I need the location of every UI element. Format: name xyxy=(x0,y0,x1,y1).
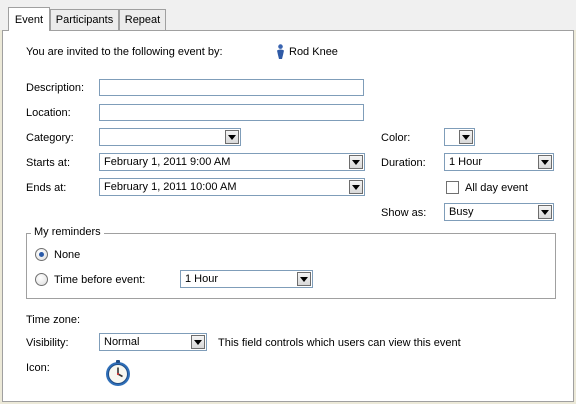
location-label: Location: xyxy=(26,107,71,119)
tab-repeat-label: Repeat xyxy=(124,14,161,26)
all-day-checkbox[interactable] xyxy=(446,181,459,194)
user-icon xyxy=(277,44,284,59)
reminders-title: My reminders xyxy=(31,226,104,238)
reminder-none-radio[interactable] xyxy=(35,248,48,261)
ends-at-label: Ends at: xyxy=(26,182,67,194)
visibility-note: This field controls which users can view… xyxy=(218,337,461,349)
color-select[interactable] xyxy=(444,128,475,146)
chevron-down-icon[interactable] xyxy=(349,180,363,194)
clock-icon[interactable] xyxy=(103,358,133,388)
invite-text: You are invited to the following event b… xyxy=(26,46,223,58)
reminder-time-label: Time before event: xyxy=(54,274,146,286)
chevron-down-icon[interactable] xyxy=(297,272,311,286)
chevron-down-icon[interactable] xyxy=(349,155,363,169)
tab-event-label: Event xyxy=(14,13,44,26)
reminder-time-select[interactable]: 1 Hour xyxy=(180,270,313,288)
duration-value: 1 Hour xyxy=(449,156,483,168)
show-as-value: Busy xyxy=(449,206,474,218)
reminder-none-label: None xyxy=(54,249,81,261)
time-zone-label: Time zone: xyxy=(26,314,81,326)
tab-bar: Event Participants Repeat xyxy=(0,0,576,31)
description-label: Description: xyxy=(26,82,85,94)
duration-label: Duration: xyxy=(381,157,426,169)
ends-at-value: February 1, 2011 10:00 AM xyxy=(104,181,237,193)
duration-select[interactable]: 1 Hour xyxy=(444,153,554,171)
chevron-down-icon[interactable] xyxy=(191,335,205,349)
visibility-value: Normal xyxy=(104,336,140,348)
all-day-label: All day event xyxy=(465,182,528,194)
icon-label: Icon: xyxy=(26,362,50,374)
starts-at-value: February 1, 2011 9:00 AM xyxy=(104,156,231,168)
location-input[interactable] xyxy=(99,104,364,121)
event-panel: You are invited to the following event b… xyxy=(2,30,574,402)
color-label: Color: xyxy=(381,132,411,144)
category-select[interactable] xyxy=(99,128,241,146)
description-input[interactable] xyxy=(99,79,364,96)
chevron-down-icon[interactable] xyxy=(459,130,473,144)
reminders-group: My reminders None Time before event: 1 H… xyxy=(26,226,556,299)
show-as-label: Show as: xyxy=(381,207,427,219)
chevron-down-icon[interactable] xyxy=(538,205,552,219)
chevron-down-icon[interactable] xyxy=(538,155,552,169)
starts-at-select[interactable]: February 1, 2011 9:00 AM xyxy=(99,153,365,171)
ends-at-select[interactable]: February 1, 2011 10:00 AM xyxy=(99,178,365,196)
visibility-label: Visibility: xyxy=(26,337,69,349)
show-as-select[interactable]: Busy xyxy=(444,203,554,221)
visibility-select[interactable]: Normal xyxy=(99,333,207,351)
category-label: Category: xyxy=(26,132,74,144)
tab-participants[interactable]: Participants xyxy=(50,9,119,30)
starts-at-label: Starts at: xyxy=(26,157,71,169)
tab-event[interactable]: Event xyxy=(8,7,50,31)
tab-participants-label: Participants xyxy=(55,14,114,26)
reminder-time-value: 1 Hour xyxy=(185,273,219,285)
reminder-time-radio[interactable] xyxy=(35,273,48,286)
chevron-down-icon[interactable] xyxy=(225,130,239,144)
organizer-name: Rod Knee xyxy=(289,46,338,58)
tab-repeat[interactable]: Repeat xyxy=(119,9,166,30)
